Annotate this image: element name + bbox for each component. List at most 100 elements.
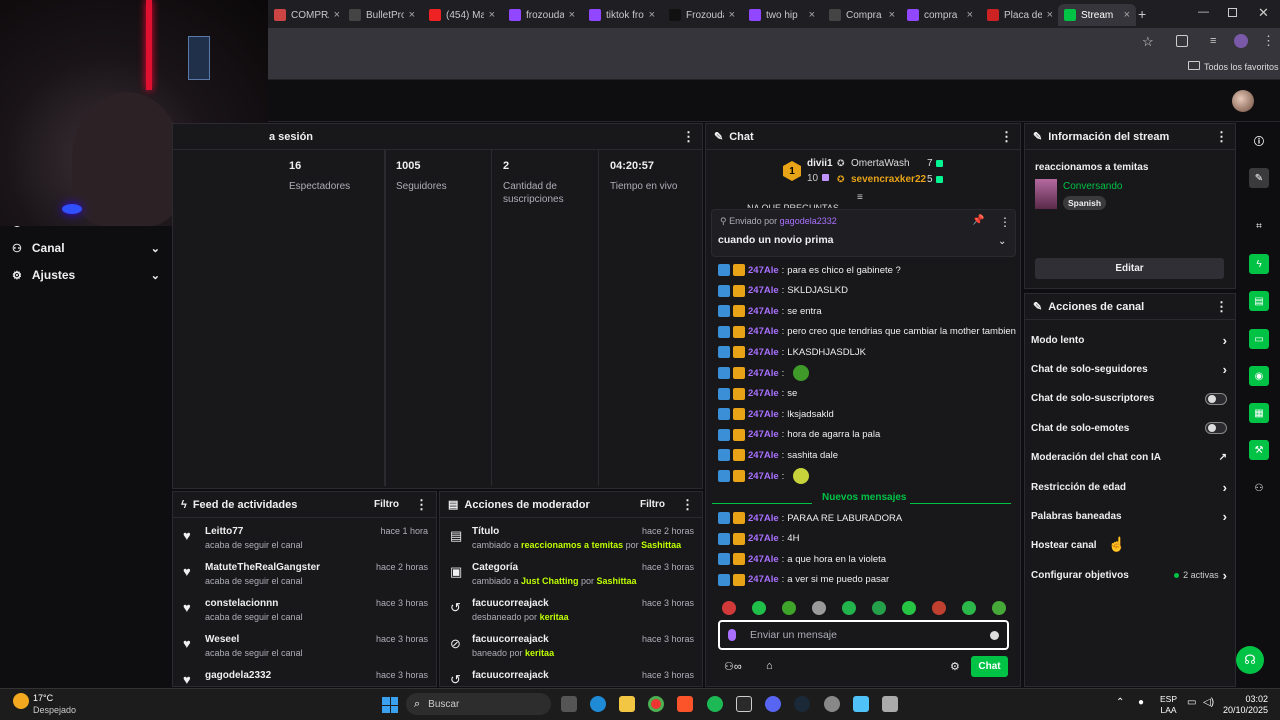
weather-temp[interactable]: 17°C [33, 693, 53, 703]
chat-bubble-icon[interactable]: ▭ [1249, 329, 1269, 349]
chat-message[interactable]: 247Ale: a ver si me puedo pasar [718, 570, 889, 590]
file-explorer-icon[interactable] [619, 696, 635, 712]
chat-username[interactable]: 247Ale [748, 409, 779, 420]
tab-close-icon[interactable]: × [967, 9, 973, 21]
feed-user[interactable]: MatuteTheRealGangster [205, 562, 320, 573]
windows-start-icon[interactable] [382, 697, 398, 713]
emote-icon[interactable] [842, 601, 856, 615]
chat-username[interactable]: 247Ale [748, 368, 779, 379]
edit-button[interactable]: Editar [1035, 258, 1224, 279]
chat-message[interactable]: 247Ale: LKASDHJASDLJK [718, 342, 866, 362]
detail-highlight[interactable]: keritaa [525, 648, 554, 658]
calendar-icon[interactable]: ▦ [1249, 403, 1269, 423]
maximize-icon[interactable] [1228, 8, 1237, 17]
mod-action-title[interactable]: facuucorreajack [472, 634, 549, 645]
emote-icon[interactable] [752, 601, 766, 615]
more-options-icon[interactable]: ⋮ [1215, 129, 1228, 145]
chat-username[interactable]: 247Ale [748, 306, 779, 317]
chat-username[interactable]: 247Ale [748, 326, 779, 337]
emoji-icon[interactable] [990, 630, 999, 640]
list-item[interactable]: ♥ Weseel acaba de seguir el canal hace 3 ho… [173, 628, 436, 664]
leaderboard-name[interactable]: OmertaWash [851, 158, 910, 169]
emote-icon[interactable] [782, 601, 796, 615]
collapse-icon[interactable]: ≡ [857, 192, 863, 203]
tab-3[interactable]: (454) Ma × [423, 4, 501, 26]
channel-action-item[interactable]: Chat de solo-emotes [1031, 418, 1227, 438]
clipboard-icon[interactable]: ▤ [1249, 291, 1269, 311]
channel-action-item[interactable]: Chat de solo-seguidores › [1031, 359, 1227, 379]
profile-icon[interactable] [1234, 34, 1248, 48]
detail-highlight[interactable]: Sashittaa [641, 540, 681, 550]
all-bookmarks-label[interactable]: Todos los favoritos [1204, 62, 1279, 72]
tab-11[interactable]: Stream × [1058, 4, 1136, 26]
browser-menu-icon[interactable]: ⋮ [1262, 33, 1275, 49]
more-options-icon[interactable]: ⋮ [1000, 129, 1013, 145]
channel-action-item[interactable]: Palabras baneadas › [1031, 506, 1227, 526]
tab-close-icon[interactable]: × [649, 9, 655, 21]
chat-message[interactable]: 247Ale: se [718, 384, 797, 404]
tab-close-icon[interactable]: × [569, 9, 575, 21]
channel-action-item[interactable]: Modo lento › [1031, 330, 1227, 350]
mod-action-title[interactable]: facuucorreajack [472, 670, 549, 681]
feed-user[interactable]: constelacionnn [205, 598, 278, 609]
more-options-icon[interactable]: ⋮ [415, 497, 428, 513]
discord-icon[interactable] [765, 696, 781, 712]
stream-category[interactable]: Conversando [1063, 181, 1122, 192]
edge-icon[interactable] [590, 696, 606, 712]
more-options-icon[interactable]: ⋮ [681, 497, 694, 513]
more-options-icon[interactable]: ⋮ [1215, 299, 1228, 315]
tab-close-icon[interactable]: × [334, 9, 340, 21]
list-item[interactable]: ♥ MatuteTheRealGangster acaba de seguir el… [173, 556, 436, 592]
chat-message[interactable]: 247Ale: lksjadsakld [718, 404, 834, 424]
brave-icon[interactable] [677, 696, 693, 712]
weather-desc[interactable]: Despejado [33, 705, 76, 715]
spotify-icon[interactable] [707, 696, 723, 712]
channel-action-item[interactable]: Hostear canal [1031, 536, 1227, 556]
microphone-icon[interactable]: ● [1138, 697, 1144, 708]
mod-action-title[interactable]: Categoría [472, 562, 518, 573]
more-options-icon[interactable]: ⋮ [682, 129, 695, 145]
mic-icon[interactable] [728, 629, 736, 641]
chevron-up-icon[interactable]: ⌃ [1116, 697, 1124, 708]
toggle-switch[interactable] [1205, 392, 1227, 405]
calculator-icon[interactable] [882, 696, 898, 712]
tab-close-icon[interactable]: × [1124, 9, 1130, 21]
language-indicator[interactable]: ESP LAA [1160, 694, 1177, 716]
mod-action-title[interactable]: Título [472, 526, 499, 537]
chat-message[interactable]: 247Ale: pero creo que tendrias que cambia… [718, 322, 1016, 342]
clock[interactable]: 03:02 20/10/2025 [1220, 694, 1268, 716]
chat-message[interactable]: 247Ale: [718, 466, 810, 486]
chat-message[interactable]: 247Ale: hora de agarra la pala [718, 425, 880, 445]
feed-user[interactable]: Leitto77 [205, 526, 243, 537]
chat-username[interactable]: 247Ale [748, 554, 779, 565]
sidebar-item-ajustes[interactable]: ⚙ Ajustes ⌄ [12, 268, 160, 282]
chat-username[interactable]: 247Ale [748, 533, 779, 544]
chat-message[interactable]: 247Ale: SKLDJASLKD [718, 281, 848, 301]
chevron-down-icon[interactable]: ⌄ [998, 236, 1006, 247]
detail-highlight[interactable]: Just Chatting [521, 576, 579, 586]
channel-action-item[interactable]: Moderación del chat con IA ↗ [1031, 448, 1227, 468]
support-headset-icon[interactable]: ☊ [1236, 646, 1264, 674]
tab-5[interactable]: tiktok fro × [583, 4, 661, 26]
chat-username[interactable]: 247Ale [748, 347, 779, 358]
tab-10[interactable]: Placa de × [981, 4, 1059, 26]
emote-icon[interactable] [902, 601, 916, 615]
minimize-icon[interactable]: — [1198, 6, 1209, 18]
chat-message[interactable]: 247Ale: para es chico el gabinete ? [718, 260, 901, 280]
chrome-icon[interactable] [648, 696, 664, 712]
tab-close-icon[interactable]: × [1047, 9, 1053, 21]
pencil-icon[interactable]: ✎ [1249, 168, 1269, 188]
close-window-icon[interactable]: ✕ [1258, 5, 1269, 21]
pinned-by-user[interactable]: gagodela2332 [780, 216, 837, 226]
filter-button[interactable]: Filtro [640, 499, 665, 510]
channel-action-item[interactable]: Configurar objetivos 2 activas › [1031, 565, 1227, 585]
tab-close-icon[interactable]: × [889, 9, 895, 21]
notepad-icon[interactable] [853, 696, 869, 712]
emote-icon[interactable] [932, 601, 946, 615]
more-options-icon[interactable]: ⋮ [999, 215, 1011, 229]
lightning-icon[interactable]: ϟ [1249, 254, 1269, 274]
feed-user[interactable]: Weseel [205, 634, 239, 645]
detail-highlight[interactable]: keritaa [540, 612, 569, 622]
shop-icon[interactable]: ⌂ [766, 660, 773, 672]
taskbar-search[interactable]: ⌕ Buscar [406, 693, 551, 715]
